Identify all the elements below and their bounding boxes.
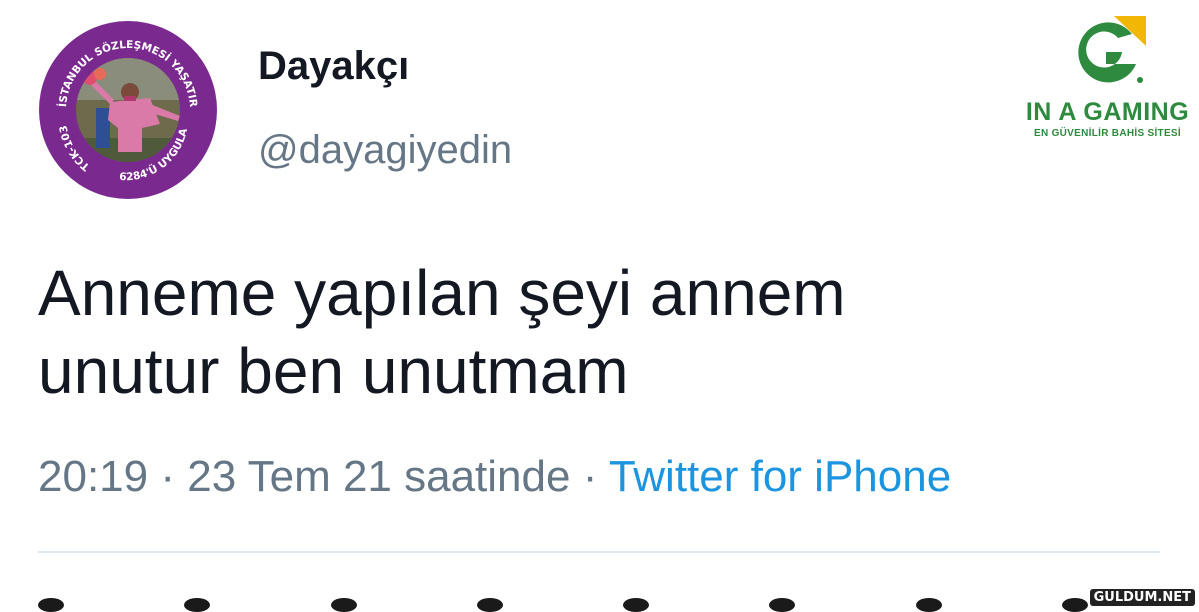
- meta-separator: ·: [582, 452, 598, 501]
- tweet-time[interactable]: 20:19: [38, 452, 148, 501]
- cutoff-icon: [330, 598, 357, 612]
- tweet-text-line-1: Anneme yapılan şeyi annem: [38, 257, 846, 329]
- tweet-date[interactable]: 23 Tem 21 saatinde: [187, 452, 570, 501]
- cutoff-action-icons: [38, 598, 1088, 612]
- tweet-text-line-2: unutur ben unutmam: [38, 335, 629, 407]
- divider: [38, 551, 1160, 553]
- tweet-source-link[interactable]: Twitter for iPhone: [609, 452, 951, 501]
- meta-separator: ·: [160, 452, 175, 501]
- brand-tagline: EN GÜVENİLİR BAHİS SİTESİ: [1034, 128, 1181, 139]
- g-logo-icon: [1077, 16, 1146, 83]
- tweet-metadata: 20:19 · 23 Tem 21 saatinde · Twitter for…: [38, 452, 951, 502]
- cutoff-icon: [769, 598, 796, 612]
- user-handle[interactable]: @dayagiyedin: [258, 128, 512, 173]
- cutoff-icon: [38, 598, 64, 612]
- cutoff-icon: [1061, 598, 1088, 612]
- avatar[interactable]: İSTANBUL SÖZLEŞMESİ YAŞATIR TCK-103 6284…: [38, 20, 218, 200]
- display-name[interactable]: Dayakçı: [258, 44, 409, 89]
- cutoff-icon: [476, 598, 503, 612]
- site-watermark: GULDUM.NET: [1089, 589, 1195, 606]
- tweet-text: Anneme yapılan şeyi annem unutur ben unu…: [38, 254, 1038, 410]
- cutoff-icon: [623, 598, 650, 612]
- cutoff-icon: [184, 598, 211, 612]
- cutoff-icon: [915, 598, 942, 612]
- brand-logo: IN A GAMING EN GÜVENİLİR BAHİS SİTESİ: [1020, 12, 1195, 139]
- brand-name: IN A GAMING: [1025, 98, 1190, 126]
